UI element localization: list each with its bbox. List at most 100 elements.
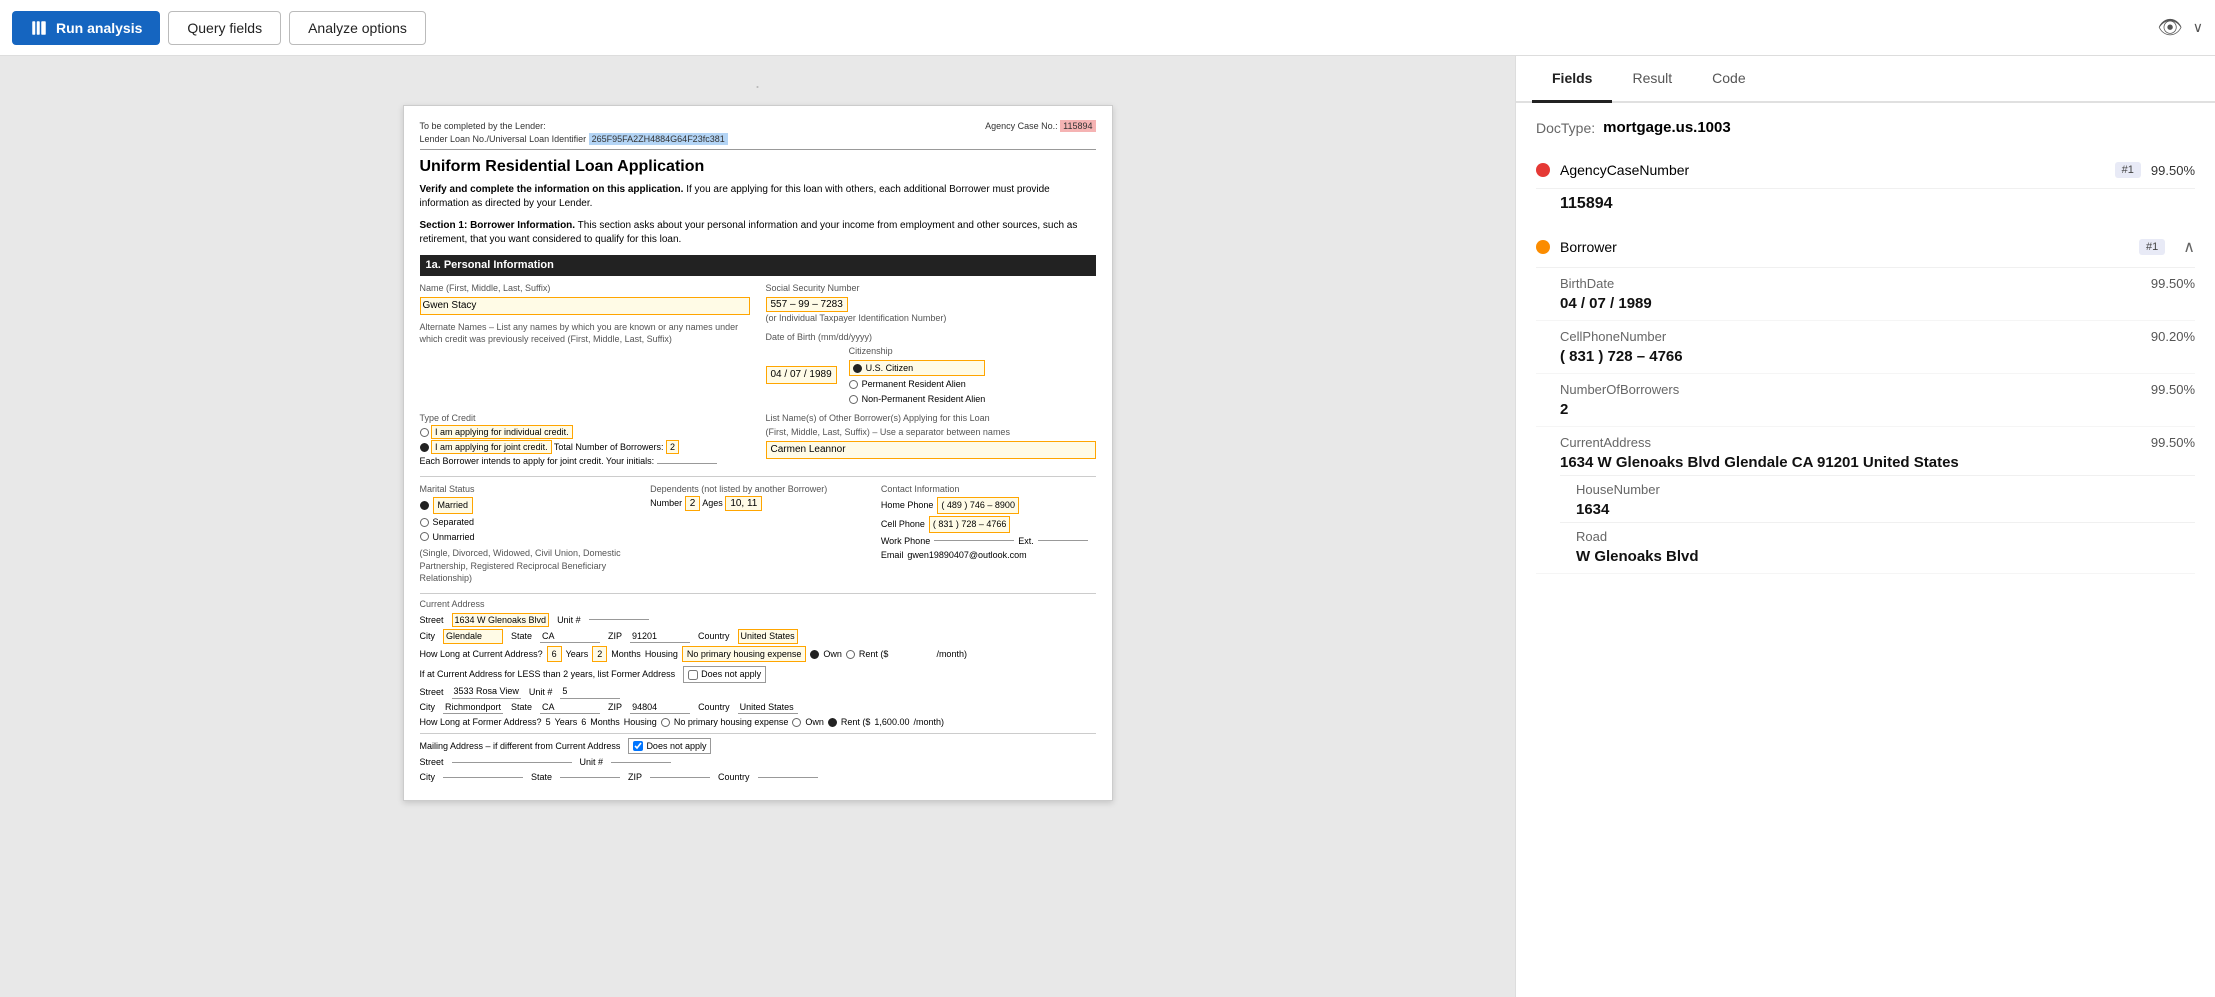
- radio-married-icon: [420, 501, 429, 510]
- tab-code[interactable]: Code: [1692, 56, 1765, 103]
- tab-fields[interactable]: Fields: [1532, 56, 1612, 103]
- mailing-addr-header: Mailing Address – if different from Curr…: [420, 738, 1096, 755]
- marital-group: Married Separated Unmarried: [420, 497, 635, 543]
- marital-note: (Single, Divorced, Widowed, Civil Union,…: [420, 547, 635, 585]
- former-state-label: State: [511, 701, 532, 714]
- former-city-label: City: [420, 701, 436, 714]
- marital-separated-label: Separated: [433, 516, 475, 529]
- tab-fields-label: Fields: [1552, 70, 1592, 86]
- dependents-number-label: Number: [650, 498, 682, 508]
- toolbar: Run analysis Query fields Analyze option…: [0, 0, 2215, 56]
- field-indicator-orange: [1536, 240, 1550, 254]
- chevron-down-icon[interactable]: ∨: [2193, 19, 2203, 36]
- former-housing-row: How Long at Former Address? 5 Years 6 Mo…: [420, 716, 1096, 729]
- former-street-label: Street: [420, 686, 444, 699]
- home-phone-row: Home Phone ( 489 ) 746 – 8900: [881, 497, 1096, 514]
- former-unit-label: Unit #: [529, 686, 553, 699]
- subsubfield-road-header: Road: [1576, 529, 2195, 544]
- subfield-num-borrowers-value: 2: [1560, 401, 2195, 418]
- other-borrowers-sublabel: (First, Middle, Last, Suffix) – Use a se…: [766, 426, 1096, 439]
- former-years-value: 5: [546, 716, 551, 729]
- former-zip-label: ZIP: [608, 701, 622, 714]
- former-country-value: United States: [738, 701, 798, 715]
- citizenship-label: Citizenship: [849, 345, 986, 358]
- cell-phone-value: ( 831 ) 728 – 4766: [929, 516, 1011, 533]
- cell-phone-label: Cell Phone: [881, 518, 925, 531]
- radio-former-rent-icon: [828, 718, 837, 727]
- marital-married[interactable]: Married: [420, 497, 635, 514]
- does-not-apply-label: Does not apply: [701, 668, 761, 681]
- citizenship-permanent[interactable]: Permanent Resident Alien: [849, 378, 986, 391]
- lender-info: To be completed by the Lender: Lender Lo…: [420, 120, 728, 145]
- former-no-primary: No primary housing expense: [674, 716, 789, 729]
- marital-col: Marital Status Married Separated Unma: [420, 483, 635, 587]
- mailing-does-not-apply[interactable]: Does not apply: [628, 738, 711, 755]
- tab-result[interactable]: Result: [1612, 56, 1692, 103]
- former-city-value: Richmondport: [443, 701, 503, 715]
- state-label: State: [511, 630, 532, 643]
- street-label: Street: [420, 614, 444, 627]
- subfield-current-address-header: CurrentAddress 99.50%: [1560, 435, 2195, 450]
- state-value: CA: [540, 630, 600, 644]
- subsubfield-road-value: W Glenoaks Blvd: [1576, 548, 2195, 565]
- analyze-options-label: Analyze options: [308, 20, 407, 36]
- former-rent-suffix: /month): [913, 716, 944, 729]
- agency-case: Agency Case No.: 115894: [985, 120, 1095, 145]
- citizenship-col: Citizenship U.S. Citizen Permanent Resid…: [849, 345, 986, 405]
- mailing-does-not-apply-input[interactable]: [633, 741, 643, 751]
- mailing-city-row: City State ZIP Country: [420, 771, 1096, 784]
- radio-filled-icon: [853, 364, 862, 373]
- radio-unmarried-icon: [420, 532, 429, 541]
- marital-separated[interactable]: Separated: [420, 516, 635, 529]
- housing-rent: Rent ($: [859, 648, 889, 661]
- former-how-long-label: How Long at Former Address?: [420, 716, 542, 729]
- total-borrowers-value: 2: [666, 440, 679, 454]
- former-unit-value: 5: [560, 685, 620, 699]
- subfield-birthdate-value: 04 / 07 / 1989: [1560, 295, 2195, 312]
- marital-unmarried-label: Unmarried: [433, 531, 475, 544]
- field-borrower: Borrower #1 ∧ BirthDate 99.50% 04 / 07 /…: [1536, 227, 2195, 574]
- mailing-street-row: Street Unit #: [420, 756, 1096, 769]
- citizenship-us-citizen[interactable]: U.S. Citizen: [849, 360, 986, 377]
- tab-code-label: Code: [1712, 70, 1745, 86]
- does-not-apply-input[interactable]: [688, 670, 698, 680]
- run-analysis-button[interactable]: Run analysis: [12, 11, 160, 45]
- subsubfield-house-number: HouseNumber 1634: [1560, 475, 2195, 518]
- credit-note: Each Borrower intends to apply for joint…: [420, 455, 750, 468]
- dob-label: Date of Birth (mm/dd/yyyy): [766, 331, 1096, 344]
- query-fields-button[interactable]: Query fields: [168, 11, 281, 45]
- former-street-value: 3533 Rosa View: [452, 685, 521, 699]
- radio-own-icon: [810, 650, 819, 659]
- credit-borrowers-row: Type of Credit I am applying for individ…: [420, 412, 1096, 470]
- former-own: Own: [805, 716, 824, 729]
- field-header-agency-case[interactable]: AgencyCaseNumber #1 99.50%: [1536, 152, 2195, 189]
- eye-icon[interactable]: 👁: [2157, 15, 2182, 40]
- former-years-label: Years: [555, 716, 578, 729]
- analyze-options-button[interactable]: Analyze options: [289, 11, 426, 45]
- field-name-agency-case: AgencyCaseNumber: [1560, 162, 2105, 178]
- former-months-label: Months: [590, 716, 620, 729]
- field-header-borrower[interactable]: Borrower #1 ∧: [1536, 227, 2195, 268]
- radio-empty-icon: [849, 380, 858, 389]
- mailing-does-not-apply-label: Does not apply: [646, 740, 706, 753]
- city-state-zip-row: City Glendale State CA ZIP 91201 Country…: [420, 629, 1096, 644]
- former-addr-header: If at Current Address for LESS than 2 ye…: [420, 666, 1096, 683]
- ssn-sublabel: (or Individual Taxpayer Identification N…: [766, 312, 1096, 325]
- expand-icon[interactable]: ∧: [2183, 237, 2195, 257]
- former-city-row: City Richmondport State CA ZIP 94804 Cou…: [420, 701, 1096, 715]
- citizenship-nonpermanent-label: Non-Permanent Resident Alien: [862, 393, 986, 406]
- citizenship-us-label: U.S. Citizen: [866, 362, 914, 375]
- doctype-row: DocType: mortgage.us.1003: [1536, 119, 2195, 136]
- doc-intro: Verify and complete the information on t…: [420, 183, 1096, 211]
- other-borrowers-value: Carmen Leannor: [766, 441, 1096, 459]
- citizenship-nonpermanent[interactable]: Non-Permanent Resident Alien: [849, 393, 986, 406]
- field-indicator-red: [1536, 163, 1550, 177]
- email-value: gwen19890407@outlook.com: [907, 549, 1026, 562]
- dependents-ages-label: Ages: [702, 498, 723, 508]
- marital-unmarried[interactable]: Unmarried: [420, 531, 635, 544]
- toolbar-right: 👁 ∨: [2157, 15, 2203, 40]
- subfield-cell-phone-value: ( 831 ) 728 – 4766: [1560, 348, 2195, 365]
- does-not-apply-checkbox[interactable]: Does not apply: [683, 666, 766, 683]
- marital-dependents-contact-row: Marital Status Married Separated Unma: [420, 476, 1096, 587]
- mailing-city-label: City: [420, 771, 436, 784]
